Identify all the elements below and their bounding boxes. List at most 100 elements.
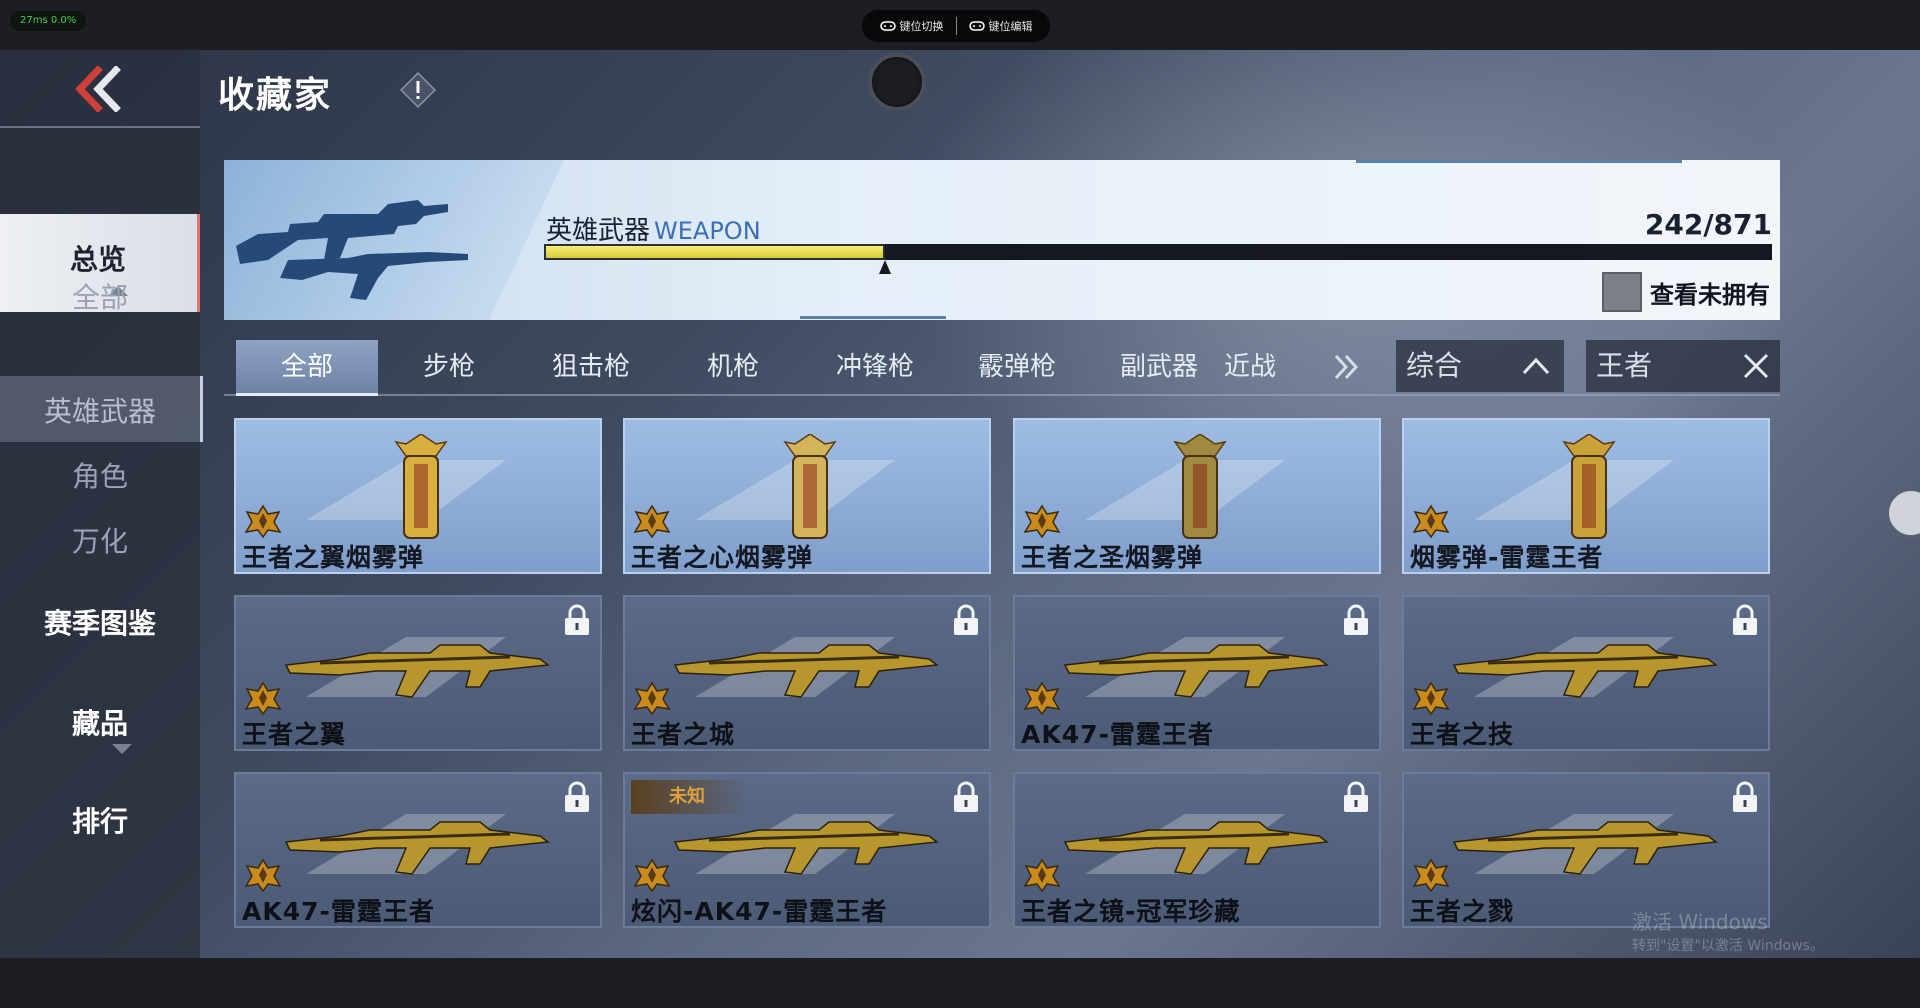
rifle-icon xyxy=(1448,802,1728,896)
tab-sidearm[interactable]: 副武器 xyxy=(1088,340,1230,396)
chevron-right-double-icon[interactable] xyxy=(1332,352,1362,382)
weapon-card[interactable]: AK47-雷霆王者 xyxy=(234,772,602,928)
sort-dropdown[interactable]: 综合 xyxy=(1396,340,1564,392)
weapon-name: AK47-雷霆王者 xyxy=(1021,720,1214,749)
unowned-checkbox[interactable] xyxy=(1602,272,1642,312)
key-mapping-pill: 键位切换 键位编辑 xyxy=(862,10,1050,42)
weapon-name: 王者之戮 xyxy=(1410,897,1515,926)
sidebar-item-season-catalog[interactable]: 赛季图鉴 xyxy=(0,602,200,642)
weapon-card[interactable]: 王者之圣烟雾弹 xyxy=(1013,418,1381,574)
weapon-name: 王者之翼 xyxy=(242,720,347,749)
rifle-silhouette-icon xyxy=(236,200,468,300)
tab-shotgun[interactable]: 霰弹枪 xyxy=(946,340,1088,396)
record-button[interactable] xyxy=(868,53,926,111)
key-edit-button[interactable]: 键位编辑 xyxy=(957,18,1045,34)
gamepad-icon xyxy=(968,21,985,31)
lock-icon xyxy=(562,603,592,641)
sidebar-item-characters[interactable]: 角色 xyxy=(0,455,200,495)
watermark-line1: 激活 Windows xyxy=(1632,910,1768,934)
weapon-card[interactable]: 王者之城 xyxy=(623,595,991,751)
lock-icon xyxy=(1730,780,1760,818)
page-title: 收藏家 xyxy=(218,75,333,116)
rifle-icon xyxy=(1059,802,1339,896)
progress-fill xyxy=(544,244,885,260)
rifle-icon xyxy=(669,802,949,896)
watermark-line2: 转到"设置"以激活 Windows。 xyxy=(1632,938,1824,954)
floating-side-handle[interactable] xyxy=(1886,488,1920,538)
rank-badge-icon xyxy=(633,504,671,542)
rank-badge-icon xyxy=(1023,858,1061,896)
weapon-card[interactable]: 王者之戮 xyxy=(1402,772,1770,928)
weapon-name: 炫闪-AK47-雷霆王者 xyxy=(631,897,888,926)
sidebar-item-ranking[interactable]: 排行 xyxy=(0,800,200,840)
progress-marker-icon xyxy=(879,260,891,274)
collection-progress-bar xyxy=(544,244,1772,274)
search-filter[interactable]: 王者 xyxy=(1586,340,1780,392)
tab-smg[interactable]: 冲锋枪 xyxy=(804,340,946,396)
category-label-cn: 英雄武器 xyxy=(546,216,651,246)
lock-icon xyxy=(1341,780,1371,818)
unowned-label: 查看未拥有 xyxy=(1650,280,1770,309)
smoke-grenade-icon xyxy=(1544,433,1634,548)
rank-badge-icon xyxy=(244,681,282,719)
chevron-up-icon xyxy=(1522,357,1550,375)
info-icon[interactable] xyxy=(398,70,438,110)
rank-badge-icon xyxy=(1412,681,1450,719)
tab-all[interactable]: 全部 xyxy=(236,340,378,396)
close-icon[interactable] xyxy=(1742,352,1770,380)
weapon-card[interactable]: 王者之镜-冠军珍藏 xyxy=(1013,772,1381,928)
key-edit-label: 键位编辑 xyxy=(988,20,1033,33)
collection-progress-banner: 英雄武器 WEAPON 242/871 查看未拥有 xyxy=(224,160,1780,320)
collection-count: 242/871 xyxy=(1644,208,1772,241)
key-switch-label: 键位切换 xyxy=(899,20,944,33)
emulator-bottom-bar xyxy=(0,958,1920,1008)
rank-badge-icon xyxy=(1023,681,1061,719)
lock-icon xyxy=(1341,603,1371,641)
smoke-grenade-icon xyxy=(765,433,855,548)
lock-icon xyxy=(1730,603,1760,641)
banner-accent-line xyxy=(800,316,946,319)
weapon-card[interactable]: 烟雾弹-雷霆王者 xyxy=(1402,418,1770,574)
rifle-icon xyxy=(280,802,560,896)
tab-melee[interactable]: 近战 xyxy=(1224,340,1296,396)
caret-down-icon xyxy=(112,744,132,754)
rifle-icon xyxy=(280,625,560,719)
category-label: 英雄武器 WEAPON xyxy=(546,210,761,247)
game-screen: 收藏家 总览 全部 英雄武器 角色 万化 赛季图鉴 藏品 排行 英雄武器 WEAP… xyxy=(0,50,1920,958)
rank-badge-icon xyxy=(244,504,282,542)
rank-badge-icon xyxy=(633,858,671,896)
rank-badge-icon xyxy=(244,858,282,896)
show-unowned-toggle[interactable]: 查看未拥有 xyxy=(1602,272,1770,312)
weapon-card[interactable]: 未知炫闪-AK47-雷霆王者 xyxy=(623,772,991,928)
tab-rifle[interactable]: 步枪 xyxy=(378,340,520,396)
back-area xyxy=(0,50,200,128)
rank-badge-icon xyxy=(1023,504,1061,542)
weapon-name: 王者之城 xyxy=(631,720,736,749)
gamepad-icon xyxy=(879,21,896,31)
lock-icon xyxy=(951,603,981,641)
weapon-card[interactable]: AK47-雷霆王者 xyxy=(1013,595,1381,751)
sidebar-item-label: 总览 xyxy=(69,243,126,276)
key-switch-button[interactable]: 键位切换 xyxy=(868,18,956,34)
sidebar-item-wanhua[interactable]: 万化 xyxy=(0,520,200,560)
sidebar-item-all[interactable]: 全部 xyxy=(0,276,200,316)
weapon-card[interactable]: 王者之翼 xyxy=(234,595,602,751)
search-filter-value: 王者 xyxy=(1596,349,1653,382)
weapon-name: 王者之技 xyxy=(1410,720,1515,749)
lock-icon xyxy=(562,780,592,818)
banner-accent-line xyxy=(1356,160,1682,163)
back-chevron-icon[interactable] xyxy=(72,66,124,112)
weapon-name: 烟雾弹-雷霆王者 xyxy=(1410,543,1604,572)
rifle-icon xyxy=(1059,625,1339,719)
weapon-name: 王者之圣烟雾弹 xyxy=(1021,543,1204,572)
weapon-card[interactable]: 王者之技 xyxy=(1402,595,1770,751)
category-label-en: WEAPON xyxy=(654,217,761,245)
weapon-card[interactable]: 王者之心烟雾弹 xyxy=(623,418,991,574)
tab-sniper[interactable]: 狙击枪 xyxy=(520,340,662,396)
sidebar-item-collectibles[interactable]: 藏品 xyxy=(0,702,200,742)
weapon-card[interactable]: 王者之翼烟雾弹 xyxy=(234,418,602,574)
status-tag: 未知 xyxy=(631,780,751,814)
sidebar-item-hero-weapons[interactable]: 英雄武器 xyxy=(0,390,200,430)
rank-badge-icon xyxy=(633,681,671,719)
tab-machine-gun[interactable]: 机枪 xyxy=(662,340,804,396)
